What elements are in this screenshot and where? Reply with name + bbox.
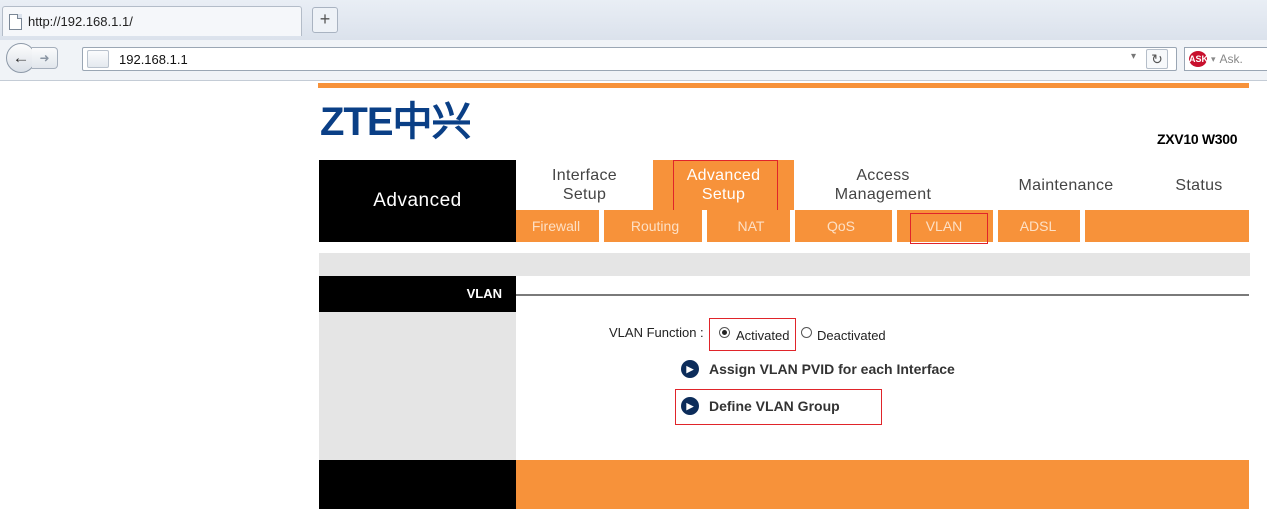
section-divider <box>516 294 1249 296</box>
link-label: Assign VLAN PVID for each Interface <box>709 361 955 377</box>
menu-label: Status <box>1175 176 1223 194</box>
gray-spacer-band <box>319 253 1250 276</box>
submenu-firewall[interactable]: Firewall <box>524 210 588 242</box>
submenu-separator <box>892 210 897 242</box>
menu-access-management[interactable]: Access Management <box>814 160 952 210</box>
address-bar[interactable]: 192.168.1.1 ▾ ↻ <box>82 47 1177 71</box>
reload-icon[interactable]: ↻ <box>1146 49 1168 69</box>
page-section-header: VLAN <box>319 276 516 312</box>
browser-nav-bar: ← ➜ 192.168.1.1 ▾ ↻ ASK ▾ Ask. <box>0 40 1267 81</box>
left-sidebar-panel <box>319 312 516 460</box>
section-title: Advanced <box>373 190 462 211</box>
menu-label: Access Management <box>834 167 932 203</box>
back-forward-group: ← ➜ <box>6 43 74 73</box>
new-tab-button[interactable]: + <box>312 7 338 33</box>
site-identity-icon[interactable] <box>87 50 109 68</box>
submenu-separator <box>702 210 707 242</box>
search-dropdown-icon[interactable]: ▾ <box>1211 54 1216 65</box>
page-icon <box>9 13 22 30</box>
page-section-title: VLAN <box>466 286 502 301</box>
submenu-separator <box>599 210 604 242</box>
vlan-deactivated-radio[interactable] <box>801 327 812 338</box>
browser-tab-bar: http://192.168.1.1/ + <box>0 0 1267 41</box>
submenu-nat[interactable]: NAT <box>721 210 781 242</box>
submenu-separator <box>993 210 998 242</box>
submenu-routing[interactable]: Routing <box>620 210 690 242</box>
sub-menu: Firewall Routing NAT QoS VLAN ADSL <box>516 210 1249 242</box>
url-text: 192.168.1.1 <box>119 51 188 67</box>
browser-tab[interactable]: http://192.168.1.1/ <box>2 6 302 36</box>
submenu-separator <box>790 210 795 242</box>
highlight-define-vlan-group <box>675 389 882 425</box>
submenu-qos[interactable]: QoS <box>816 210 866 242</box>
forward-button[interactable]: ➜ <box>32 47 58 69</box>
history-dropdown-icon[interactable]: ▾ <box>1131 51 1136 62</box>
highlight-advanced-setup <box>673 160 778 212</box>
menu-label: Maintenance <box>1018 176 1114 194</box>
arrow-bullet-icon: ▶ <box>681 360 699 378</box>
ask-search-engine-icon[interactable]: ASK <box>1189 51 1208 67</box>
vlan-function-label: VLAN Function : <box>609 325 704 340</box>
main-menu: Interface Setup Advanced Setup Access Ma… <box>516 160 1249 210</box>
menu-interface-setup[interactable]: Interface Setup <box>516 160 653 210</box>
submenu-adsl[interactable]: ADSL <box>1008 210 1068 242</box>
footer-orange-bar <box>516 460 1249 509</box>
section-header-panel: Advanced <box>319 160 516 242</box>
vlan-deactivated-label: Deactivated <box>817 328 886 343</box>
highlight-vlan-tab <box>910 213 988 244</box>
zte-logo: ZTE中兴 <box>320 100 472 144</box>
menu-maintenance[interactable]: Maintenance <box>992 160 1140 210</box>
assign-vlan-pvid-link[interactable]: ▶ Assign VLAN PVID for each Interface <box>681 360 955 378</box>
menu-status[interactable]: Status <box>1154 160 1244 210</box>
submenu-separator <box>1080 210 1085 242</box>
footer-left-panel <box>319 460 516 509</box>
search-placeholder: Ask. <box>1219 52 1243 66</box>
model-name: ZXV10 W300 <box>1157 131 1238 147</box>
highlight-activated <box>709 318 796 351</box>
top-orange-stripe <box>318 83 1249 88</box>
search-input[interactable]: ASK ▾ Ask. <box>1184 47 1267 71</box>
menu-label: Interface Setup <box>552 167 617 203</box>
tab-title: http://192.168.1.1/ <box>28 14 133 29</box>
